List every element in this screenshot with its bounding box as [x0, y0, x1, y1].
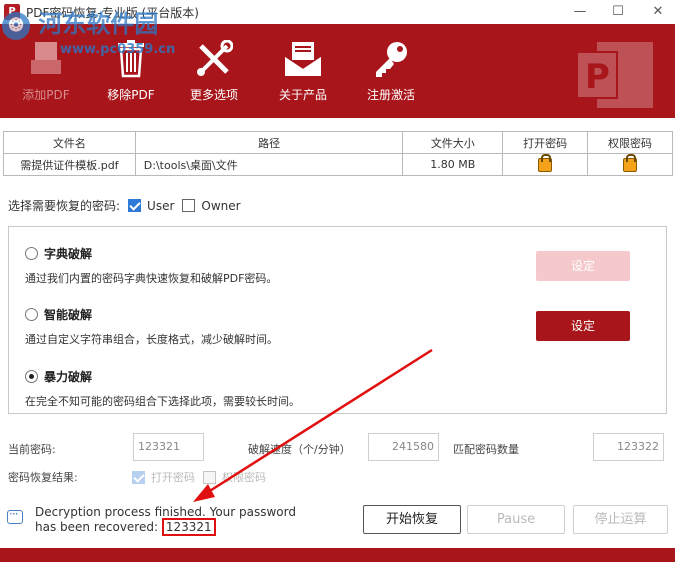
table-row[interactable]: 需提供证件模板.pdf D:\tools\桌面\文件 1.80 MB: [3, 153, 673, 176]
smart-attack-option[interactable]: 智能破解 通过自定义字符串组合，长度格式，减少破解时间。: [25, 306, 278, 347]
add-pdf-icon: [31, 42, 61, 74]
recovered-password: 123321: [161, 518, 216, 536]
brute-force-title: 暴力破解: [44, 370, 93, 384]
result-label: 密码恢复结果:: [8, 471, 78, 484]
more-options-label: 更多选项: [189, 88, 238, 102]
result-perm-checkbox: [203, 470, 216, 484]
col-permission-password: 权限密码: [587, 131, 673, 154]
smart-title: 智能破解: [44, 308, 93, 322]
user-checkbox[interactable]: [128, 199, 142, 212]
add-pdf-label: 添加PDF: [22, 88, 70, 102]
current-password-field: 123321: [133, 433, 204, 461]
brute-force-desc: 在完全不知可能的密码组合下选择此项，需要较长时间。: [25, 395, 300, 408]
about-label: 关于产品: [278, 88, 327, 102]
smart-desc: 通过自定义字符串组合，长度格式，减少破解时间。: [25, 333, 278, 346]
speed-label: 破解速度（个/分钟）: [248, 443, 351, 456]
pause-button[interactable]: Pause: [467, 505, 565, 534]
tools-icon: [197, 40, 233, 76]
dictionary-radio[interactable]: [25, 247, 38, 260]
watermark-main: 河东软件园: [38, 9, 159, 38]
open-password-cell: [502, 153, 589, 176]
register-button[interactable]: 注册激活: [351, 40, 431, 112]
watermark-url: www.pc0359.cn: [60, 42, 176, 57]
file-table: 文件名 路径 文件大小 打开密码 权限密码 需提供证件模板.pdf D:\too…: [3, 131, 673, 176]
dictionary-attack-option[interactable]: 字典破解 通过我们内置的密码字典快速恢复和破解PDF密码。: [25, 245, 277, 286]
smart-radio[interactable]: [25, 308, 38, 321]
match-count-field: 123322: [593, 433, 664, 461]
col-size: 文件大小: [402, 131, 504, 154]
result-open-checkbox: [132, 470, 145, 484]
file-path-cell: D:\tools\桌面\文件: [134, 153, 404, 176]
result-perm-label: 权限密码: [222, 471, 266, 484]
owner-checkbox[interactable]: [182, 199, 196, 212]
file-size-cell: 1.80 MB: [402, 153, 504, 176]
user-checkbox-label: User: [147, 198, 175, 213]
result-open-label: 打开密码: [151, 471, 195, 484]
pdf-logo-icon: P: [576, 42, 653, 108]
dictionary-settings-button[interactable]: 设定: [536, 251, 630, 281]
svg-text:P: P: [585, 57, 610, 97]
stop-button[interactable]: 停止运算: [573, 505, 668, 534]
envelope-icon: [284, 42, 322, 76]
brute-force-radio[interactable]: [25, 370, 38, 383]
password-type-label: 选择需要恢复的密码:: [8, 199, 121, 213]
more-options-button[interactable]: 更多选项: [174, 40, 254, 112]
lock-icon: [538, 153, 553, 172]
smart-settings-button[interactable]: 设定: [536, 311, 630, 341]
col-open-password: 打开密码: [502, 131, 589, 154]
key-icon: [376, 42, 407, 77]
owner-checkbox-label: Owner: [201, 198, 241, 213]
bottom-bar: [0, 548, 675, 562]
dictionary-desc: 通过我们内置的密码字典快速恢复和破解PDF密码。: [25, 272, 278, 285]
attack-method-panel: 字典破解 通过我们内置的密码字典快速恢复和破解PDF密码。 设定 智能破解 通过…: [8, 226, 667, 414]
speed-field: 241580: [368, 433, 439, 461]
match-count-label: 匹配密码数量: [453, 443, 519, 456]
watermark-logo: ❂ 河东软件园: [2, 4, 158, 40]
remove-pdf-label: 移除PDF: [107, 88, 155, 102]
result-options: 打开密码 权限密码: [132, 469, 266, 485]
maximize-button[interactable]: ☐: [603, 3, 633, 21]
permission-password-cell: [587, 153, 673, 176]
register-label: 注册激活: [366, 88, 415, 102]
close-button[interactable]: ✕: [643, 3, 673, 21]
start-recovery-button[interactable]: 开始恢复: [363, 505, 461, 534]
current-password-label: 当前密码:: [8, 443, 56, 456]
message-icon: [7, 507, 23, 524]
col-path: 路径: [134, 131, 404, 154]
watermark-globe-icon: ❂: [2, 11, 30, 40]
about-button[interactable]: 关于产品: [263, 40, 343, 112]
dictionary-title: 字典破解: [44, 247, 93, 261]
brute-force-option[interactable]: 暴力破解 在完全不知可能的密码组合下选择此项，需要较长时间。: [25, 368, 300, 409]
status-message: Decryption process finished. Your passwo…: [35, 505, 315, 536]
lock-icon: [623, 153, 638, 172]
col-filename: 文件名: [3, 131, 136, 154]
minimize-button[interactable]: —: [565, 3, 595, 21]
file-name-cell: 需提供证件模板.pdf: [3, 153, 136, 176]
password-type-row: 选择需要恢复的密码: User Owner: [8, 197, 241, 214]
